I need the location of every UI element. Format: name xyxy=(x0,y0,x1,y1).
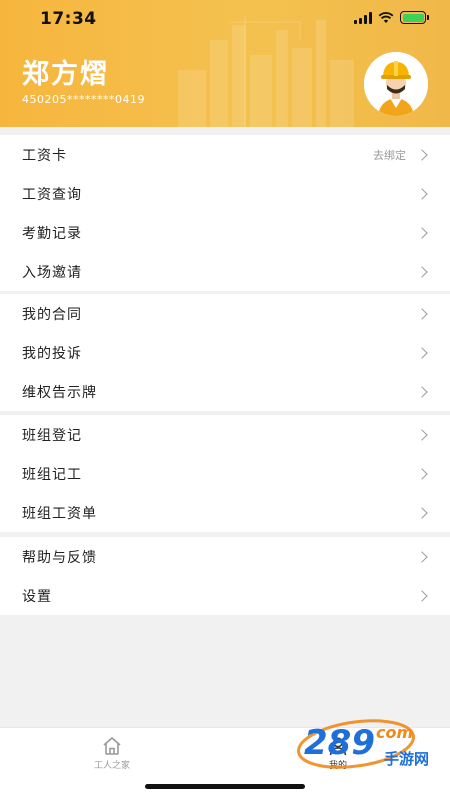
user-id-number: 450205********0419 xyxy=(22,93,145,106)
menu-item-attendance[interactable]: 考勤记录 xyxy=(0,213,450,252)
menu-item-salary-card[interactable]: 工资卡 去绑定 xyxy=(0,135,450,174)
menu-item-label: 工资查询 xyxy=(22,186,82,203)
chevron-right-icon xyxy=(416,307,428,320)
profile-header: 17:34 郑方熠 450205********0419 xyxy=(0,0,450,127)
menu-item-team-register[interactable]: 班组登记 xyxy=(0,415,450,454)
chevron-right-icon xyxy=(416,385,428,398)
chevron-right-icon xyxy=(416,506,428,519)
menu-item-label: 设置 xyxy=(22,588,52,605)
bind-hint: 去绑定 xyxy=(373,148,406,162)
battery-charging-icon xyxy=(400,11,429,24)
chevron-right-icon xyxy=(416,226,428,239)
menu-item-my-contract[interactable]: 我的合同 xyxy=(0,294,450,333)
menu-item-entry-invite[interactable]: 入场邀请 xyxy=(0,252,450,291)
user-name: 郑方熠 xyxy=(22,59,109,90)
site-watermark: 289 com 手游网 xyxy=(294,714,444,774)
menu-item-team-work-record[interactable]: 班组记工 xyxy=(0,454,450,493)
chevron-right-icon xyxy=(416,346,428,359)
menu-item-rights-notice-board[interactable]: 维权告示牌 xyxy=(0,372,450,411)
menu-item-label: 我的合同 xyxy=(22,306,82,323)
chevron-right-icon xyxy=(416,148,428,161)
menu-item-salary-query[interactable]: 工资查询 xyxy=(0,174,450,213)
watermark-suffix: com xyxy=(376,723,413,742)
menu-item-help-feedback[interactable]: 帮助与反馈 xyxy=(0,537,450,576)
status-time: 17:34 xyxy=(40,9,97,29)
menu-item-label: 维权告示牌 xyxy=(22,384,97,401)
chevron-right-icon xyxy=(416,467,428,480)
status-icons xyxy=(354,11,429,24)
home-indicator xyxy=(145,784,305,789)
menu-item-label: 班组登记 xyxy=(22,427,82,444)
watermark-site: 手游网 xyxy=(384,750,429,768)
chevron-right-icon xyxy=(416,265,428,278)
menu-group-wallet: 工资卡 去绑定 工资查询 考勤记录 入场邀请 xyxy=(0,135,450,291)
chevron-right-icon xyxy=(416,428,428,441)
avatar[interactable] xyxy=(364,52,428,116)
status-bar: 17:34 xyxy=(0,0,450,40)
menu-item-label: 工资卡 xyxy=(22,147,67,164)
menu-item-team-payroll[interactable]: 班组工资单 xyxy=(0,493,450,532)
tab-home-label: 工人之家 xyxy=(93,761,130,771)
worker-helmet-avatar-icon xyxy=(364,52,428,116)
menu-group-rights: 我的合同 我的投诉 维权告示牌 xyxy=(0,294,450,411)
chevron-right-icon xyxy=(416,550,428,563)
wifi-icon xyxy=(378,11,394,23)
home-icon xyxy=(103,737,121,755)
menu-item-my-complaints[interactable]: 我的投诉 xyxy=(0,333,450,372)
menu-item-label: 考勤记录 xyxy=(22,225,82,242)
menu-item-label: 班组记工 xyxy=(22,466,82,483)
menu-group-support: 帮助与反馈 设置 xyxy=(0,537,450,615)
menu-group-team: 班组登记 班组记工 班组工资单 xyxy=(0,415,450,532)
menu-item-label: 我的投诉 xyxy=(22,345,82,362)
cellular-signal-icon xyxy=(354,11,372,24)
chevron-right-icon xyxy=(416,187,428,200)
menu-item-settings[interactable]: 设置 xyxy=(0,576,450,615)
watermark-number: 289 xyxy=(304,723,375,763)
chevron-right-icon xyxy=(416,589,428,602)
watermark-logo-icon: 289 com 手游网 xyxy=(296,719,429,769)
menu-item-label: 入场邀请 xyxy=(22,264,82,281)
menu-item-label: 帮助与反馈 xyxy=(22,549,97,566)
menu-item-label: 班组工资单 xyxy=(22,505,97,522)
tab-home[interactable]: 工人之家 xyxy=(52,736,172,771)
